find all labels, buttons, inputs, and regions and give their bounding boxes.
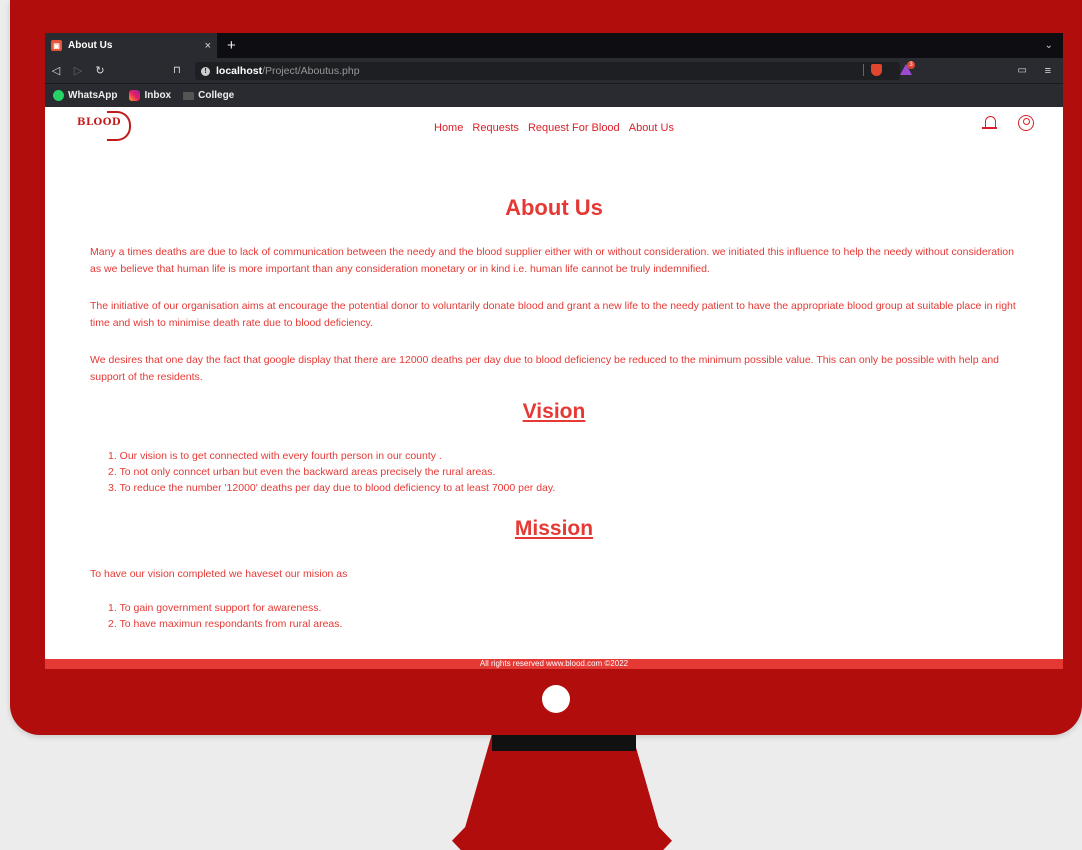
mission-intro: To have our vision completed we haveset … [90, 568, 348, 580]
new-tab-button[interactable]: + [227, 37, 236, 54]
chevron-down-icon[interactable]: ⌄ [1045, 40, 1053, 51]
tab-about-us[interactable]: ▣ About Us × [45, 33, 217, 58]
list-item: 1. To gain government support for awaren… [108, 602, 322, 614]
nav-about-us[interactable]: About Us [629, 122, 674, 134]
about-paragraph: The initiative of our organisation aims … [90, 300, 1016, 329]
about-paragraph: We desires that one day the fact that go… [90, 354, 1000, 383]
whatsapp-icon [53, 90, 64, 101]
bookmark-whatsapp[interactable]: WhatsApp [53, 90, 117, 101]
monitor-stand-neck [492, 735, 636, 751]
nav-links: Home Requests Request For Blood About Us [45, 122, 1063, 134]
mission-list: 1. To gain government support for awaren… [108, 600, 342, 632]
monitor-stand [452, 735, 672, 850]
url-host: localhost [216, 65, 263, 77]
brave-shield-icon[interactable] [871, 64, 882, 76]
instagram-icon [129, 90, 141, 101]
folder-icon [183, 91, 195, 100]
list-item: 2. To have maximun respondants from rura… [108, 618, 343, 630]
nav-home[interactable]: Home [434, 122, 463, 134]
site-navbar: BLOOD Home Requests Request For Blood Ab… [45, 107, 1063, 147]
bookmark-college[interactable]: College [183, 90, 234, 101]
info-icon[interactable]: ! [201, 66, 210, 76]
page-title: About Us [505, 195, 603, 220]
nav-request-for-blood[interactable]: Request For Blood [528, 122, 620, 134]
bookmark-label: WhatsApp [68, 90, 118, 101]
vision-list: 1. Our vision is to get connected with e… [108, 448, 555, 496]
wallet-icon[interactable]: ▭ [1018, 65, 1027, 76]
screen: ▣ About Us × + ⌄ ◁ ▷ ↻ ⊓ ! localhost/Pro… [45, 33, 1063, 669]
favicon-icon: ▣ [51, 40, 62, 51]
bookmark-icon[interactable]: ⊓ [173, 65, 181, 76]
web-page: BLOOD Home Requests Request For Blood Ab… [45, 107, 1063, 669]
bookmark-label: College [198, 90, 235, 101]
bell-icon[interactable] [982, 116, 997, 129]
browser-toolbar: ◁ ▷ ↻ ⊓ ! localhost/Project/Aboutus.php … [45, 58, 1063, 83]
page-footer: All rights reserved www.blood.com ©2022 [45, 659, 1063, 669]
tab-bar: ▣ About Us × + ⌄ [45, 33, 1063, 58]
menu-icon[interactable]: ≡ [1045, 65, 1051, 77]
vision-heading: Vision [522, 400, 586, 423]
back-icon[interactable]: ◁ [45, 64, 67, 77]
user-icon[interactable] [1018, 115, 1034, 131]
tab-title: About Us [68, 40, 113, 51]
url-path: /Project/Aboutus.php [262, 65, 360, 77]
reload-icon[interactable]: ↻ [89, 64, 111, 77]
toolbar-divider [863, 64, 864, 76]
power-button-icon [542, 685, 570, 713]
bookmark-inbox[interactable]: Inbox [129, 90, 171, 101]
forward-icon[interactable]: ▷ [67, 64, 89, 77]
list-item: 3. To reduce the number '12000' deaths p… [108, 482, 556, 494]
mission-heading: Mission [514, 517, 594, 540]
close-icon[interactable]: × [205, 40, 211, 52]
list-item: 2. To not only conncet urban but even th… [108, 466, 496, 478]
bookmark-label: Inbox [144, 90, 172, 101]
nav-requests[interactable]: Requests [472, 122, 518, 134]
address-bar[interactable]: ! localhost/Project/Aboutus.php [195, 62, 900, 80]
about-paragraph: Many a times deaths are due to lack of c… [90, 246, 1014, 275]
bookmarks-bar: WhatsApp Inbox College [45, 83, 1063, 107]
rewards-badge: 3 [907, 61, 915, 69]
list-item: 1. Our vision is to get connected with e… [108, 450, 442, 462]
